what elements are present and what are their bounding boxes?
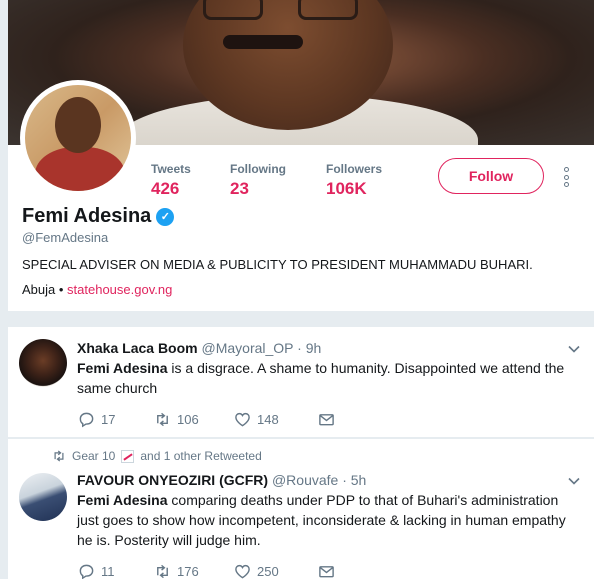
tweet-header: Xhaka Laca Boom @Mayoral_OP · 9h (77, 340, 321, 356)
tweet-time[interactable]: · 5h (338, 472, 366, 488)
like-count: 148 (257, 412, 279, 427)
chevron-down-icon[interactable] (568, 343, 580, 355)
tweet-author-name[interactable]: Xhaka Laca Boom (77, 340, 198, 356)
reply-button[interactable]: 11 (78, 563, 154, 579)
retweet-icon (157, 564, 168, 579)
stat-followers-label: Followers (326, 162, 383, 176)
tweet-time[interactable]: · 9h (293, 340, 321, 356)
stat-followers-value: 106K (326, 179, 367, 198)
retweet-count: 106 (177, 412, 199, 427)
verified-badge-icon: ✓ (156, 207, 175, 226)
tweet-header: FAVOUR ONYEOZIRI (GCFR) @Rouvafe · 5h (77, 472, 366, 488)
envelope-icon (319, 414, 334, 426)
tweet-author-avatar[interactable] (19, 339, 67, 387)
stat-followers[interactable]: Followers 106K (326, 162, 382, 199)
tweet-item[interactable]: Xhaka Laca Boom @Mayoral_OP · 9h Femi Ad… (8, 327, 594, 437)
like-button[interactable]: 148 (234, 411, 318, 428)
tweet-mention[interactable]: Femi Adesina (77, 492, 168, 508)
banner-glasses-left (203, 0, 263, 20)
retweet-context-text: and 1 other Retweeted (140, 449, 262, 463)
heart-icon (235, 412, 250, 427)
like-count: 250 (257, 564, 279, 579)
reply-count: 17 (101, 412, 116, 427)
tweet-author-handle[interactable]: @Mayoral_OP (202, 340, 294, 356)
chevron-down-icon[interactable] (568, 475, 580, 487)
tweet-author-handle[interactable]: @Rouvafe (272, 472, 338, 488)
stat-tweets[interactable]: Tweets 426 (151, 162, 191, 199)
profile-avatar[interactable] (20, 80, 136, 196)
profile-location: Abuja (22, 282, 56, 297)
avatar-body (35, 147, 125, 191)
retweeter-name[interactable]: Gear 10 (72, 449, 115, 463)
more-options-icon[interactable] (562, 167, 570, 187)
envelope-icon (319, 566, 334, 578)
profile-bio: SPECIAL ADVISER ON MEDIA & PUBLICITY TO … (22, 257, 533, 272)
stat-following[interactable]: Following 23 (230, 162, 286, 199)
stat-tweets-value: 426 (151, 179, 180, 198)
profile-handle: @FemAdesina (22, 230, 109, 245)
retweet-context: Gear 10 and 1 other Retweeted (52, 449, 262, 463)
profile-name[interactable]: Femi Adesina ✓ (22, 205, 175, 228)
retweet-count: 176 (177, 564, 199, 579)
tweet-mention[interactable]: Femi Adesina (77, 360, 168, 376)
tweet-text: Femi Adesina is a disgrace. A shame to h… (77, 358, 582, 398)
banner-glasses-right (298, 0, 358, 20)
stat-following-value: 23 (230, 179, 249, 198)
tweet-item[interactable]: Gear 10 and 1 other Retweeted FAVOUR ONY… (8, 438, 594, 579)
reply-count: 11 (101, 564, 115, 579)
follow-button[interactable]: Follow (438, 158, 544, 194)
direct-message-button[interactable] (318, 563, 394, 579)
tweet-actions: 11 176 250 (78, 563, 394, 579)
tweet-author-name[interactable]: FAVOUR ONYEOZIRI (GCFR) (77, 472, 268, 488)
retweet-button[interactable]: 176 (154, 563, 234, 579)
reply-icon (79, 412, 94, 428)
tweet-author-avatar[interactable] (19, 473, 67, 521)
heart-icon (235, 564, 250, 579)
location-separator: • (55, 282, 68, 297)
stat-tweets-label: Tweets (151, 162, 191, 176)
retweet-icon (54, 450, 64, 462)
tweet-actions: 17 106 148 (78, 411, 394, 428)
tweet-text: Femi Adesina comparing deaths under PDP … (77, 490, 582, 550)
retweet-icon (157, 412, 168, 427)
like-button[interactable]: 250 (234, 563, 318, 579)
direct-message-button[interactable] (318, 411, 394, 428)
chart-increasing-emoji-icon (121, 449, 135, 463)
banner-moustache (223, 35, 303, 49)
reply-icon (79, 564, 94, 579)
avatar-head (55, 97, 101, 153)
profile-location-line: Abuja • statehouse.gov.ng (22, 282, 172, 297)
stat-following-label: Following (230, 162, 286, 176)
profile-name-text: Femi Adesina (22, 205, 152, 227)
profile-website-link[interactable]: statehouse.gov.ng (67, 282, 172, 297)
retweet-button[interactable]: 106 (154, 411, 234, 428)
reply-button[interactable]: 17 (78, 411, 154, 428)
